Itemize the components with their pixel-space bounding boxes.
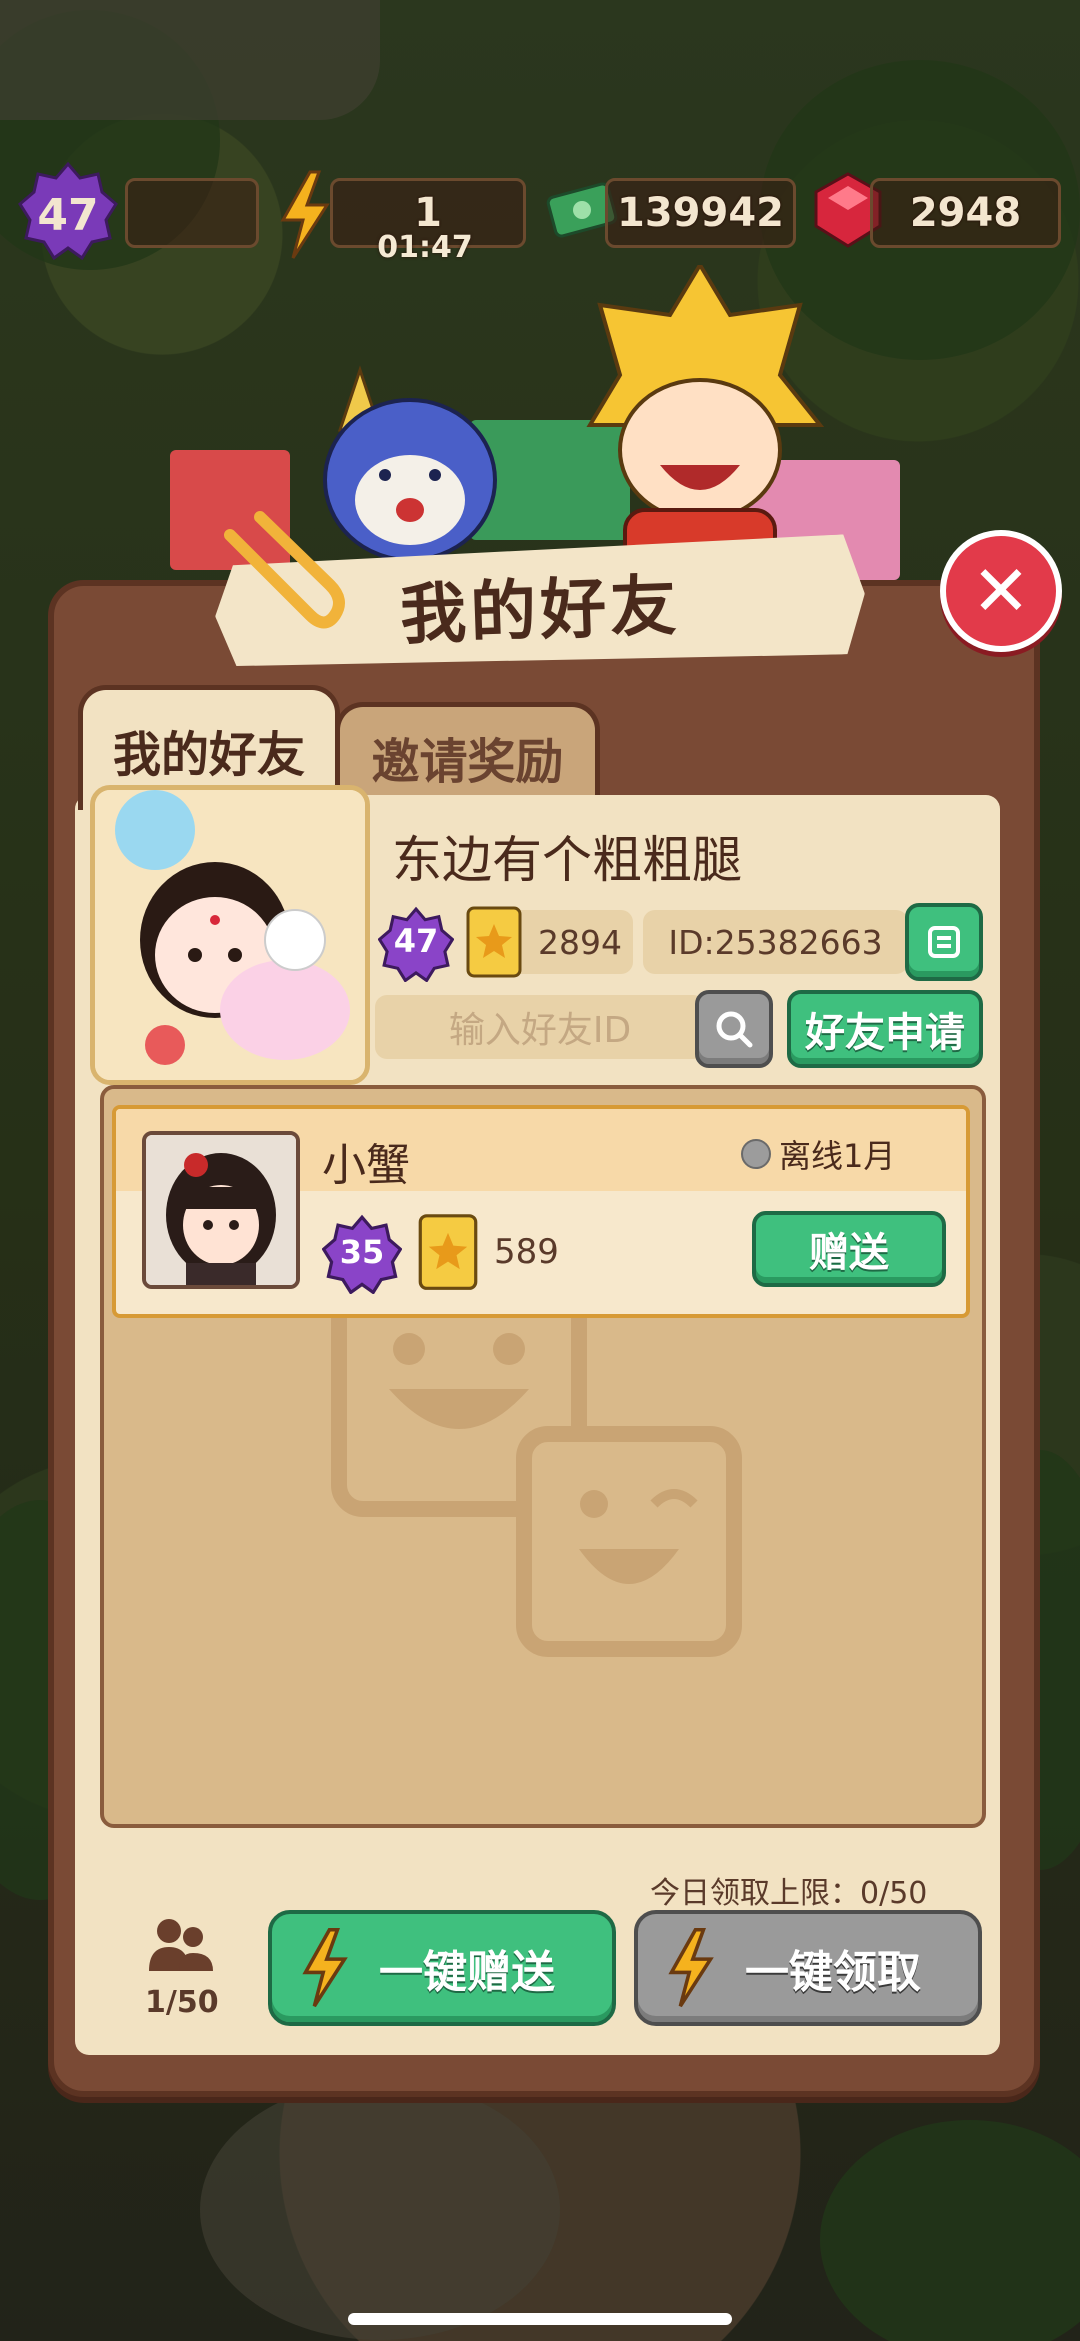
- player-level: 47: [37, 190, 99, 241]
- tab-invite-rewards-label: 邀请奖励: [371, 734, 564, 790]
- friend-request-label: 好友申请: [805, 1010, 965, 1056]
- offline-dot-icon: [741, 1139, 771, 1169]
- friend-status: 离线1月: [741, 1131, 895, 1177]
- paperclip-icon: [224, 511, 345, 629]
- friend-count: 1/50: [145, 1985, 219, 2020]
- energy-icon: [280, 170, 330, 259]
- energy-timer: 01:47: [377, 230, 473, 265]
- copy-id-button[interactable]: [905, 903, 983, 981]
- empty-faces-watermark: [331, 1271, 742, 1657]
- close-icon: ✕: [971, 550, 1031, 632]
- send-all-button[interactable]: 一键赠送: [268, 1910, 616, 2026]
- star-card-icon: [466, 906, 522, 978]
- gift-button[interactable]: 赠送: [752, 1211, 946, 1287]
- close-button[interactable]: ✕: [940, 530, 1062, 652]
- friend-avatar[interactable]: [142, 1131, 300, 1289]
- friend-name: 小蟹: [322, 1140, 410, 1191]
- tab-invite-rewards[interactable]: 邀请奖励: [335, 702, 600, 807]
- friend-request-button[interactable]: 好友申请: [787, 990, 983, 1068]
- friend-id-placeholder: 输入好友ID: [448, 1010, 632, 1051]
- player-level-badge: 47: [393, 922, 439, 960]
- daily-claim-limit: 今日领取上限：0/50: [650, 1876, 928, 1911]
- gift-label: 赠送: [809, 1230, 889, 1276]
- search-icon: [716, 1011, 753, 1048]
- copy-icon: [928, 926, 960, 958]
- friend-avatar-image: [146, 1135, 296, 1285]
- player-id-chip: ID:25382663: [643, 910, 908, 974]
- send-all-label: 一键赠送: [379, 1947, 555, 1998]
- cash-counter[interactable]: 139942: [605, 178, 796, 248]
- friend-status-text: 离线1月: [779, 1137, 896, 1175]
- player-name: 东边有个粗粗腿: [392, 831, 742, 889]
- player-id: ID:25382663: [668, 922, 883, 962]
- lightning-icon: [302, 1928, 348, 2008]
- player-stars-chip: 2894: [466, 906, 633, 978]
- friend-level: 35: [339, 1233, 385, 1271]
- home-indicator[interactable]: [348, 2313, 732, 2325]
- claim-all-button[interactable]: 一键领取: [634, 1910, 982, 2026]
- player-stars-value: 2894: [538, 922, 622, 962]
- player-avatar[interactable]: [90, 785, 370, 1085]
- friend-list-item[interactable]: 小蟹 离线1月 35 589 赠送: [112, 1105, 970, 1318]
- gem-counter[interactable]: 2948: [870, 178, 1061, 248]
- player-avatar-image: [95, 790, 365, 1080]
- lightning-icon: [668, 1928, 714, 2008]
- gem-value: 2948: [909, 190, 1022, 236]
- friend-id-input[interactable]: 输入好友ID: [375, 995, 705, 1059]
- friends-count-icon: [149, 1919, 213, 1971]
- tab-my-friends-label: 我的好友: [112, 727, 305, 783]
- cash-value: 139942: [617, 190, 784, 236]
- star-hat-boy-character: [586, 265, 825, 585]
- claim-all-label: 一键领取: [745, 1947, 921, 1998]
- friend-stars: 589: [494, 1232, 559, 1272]
- xp-bar: [125, 178, 259, 248]
- search-button[interactable]: [695, 990, 773, 1068]
- friend-star-card-icon: [418, 1214, 478, 1290]
- dialog-title: 我的好友: [398, 567, 682, 654]
